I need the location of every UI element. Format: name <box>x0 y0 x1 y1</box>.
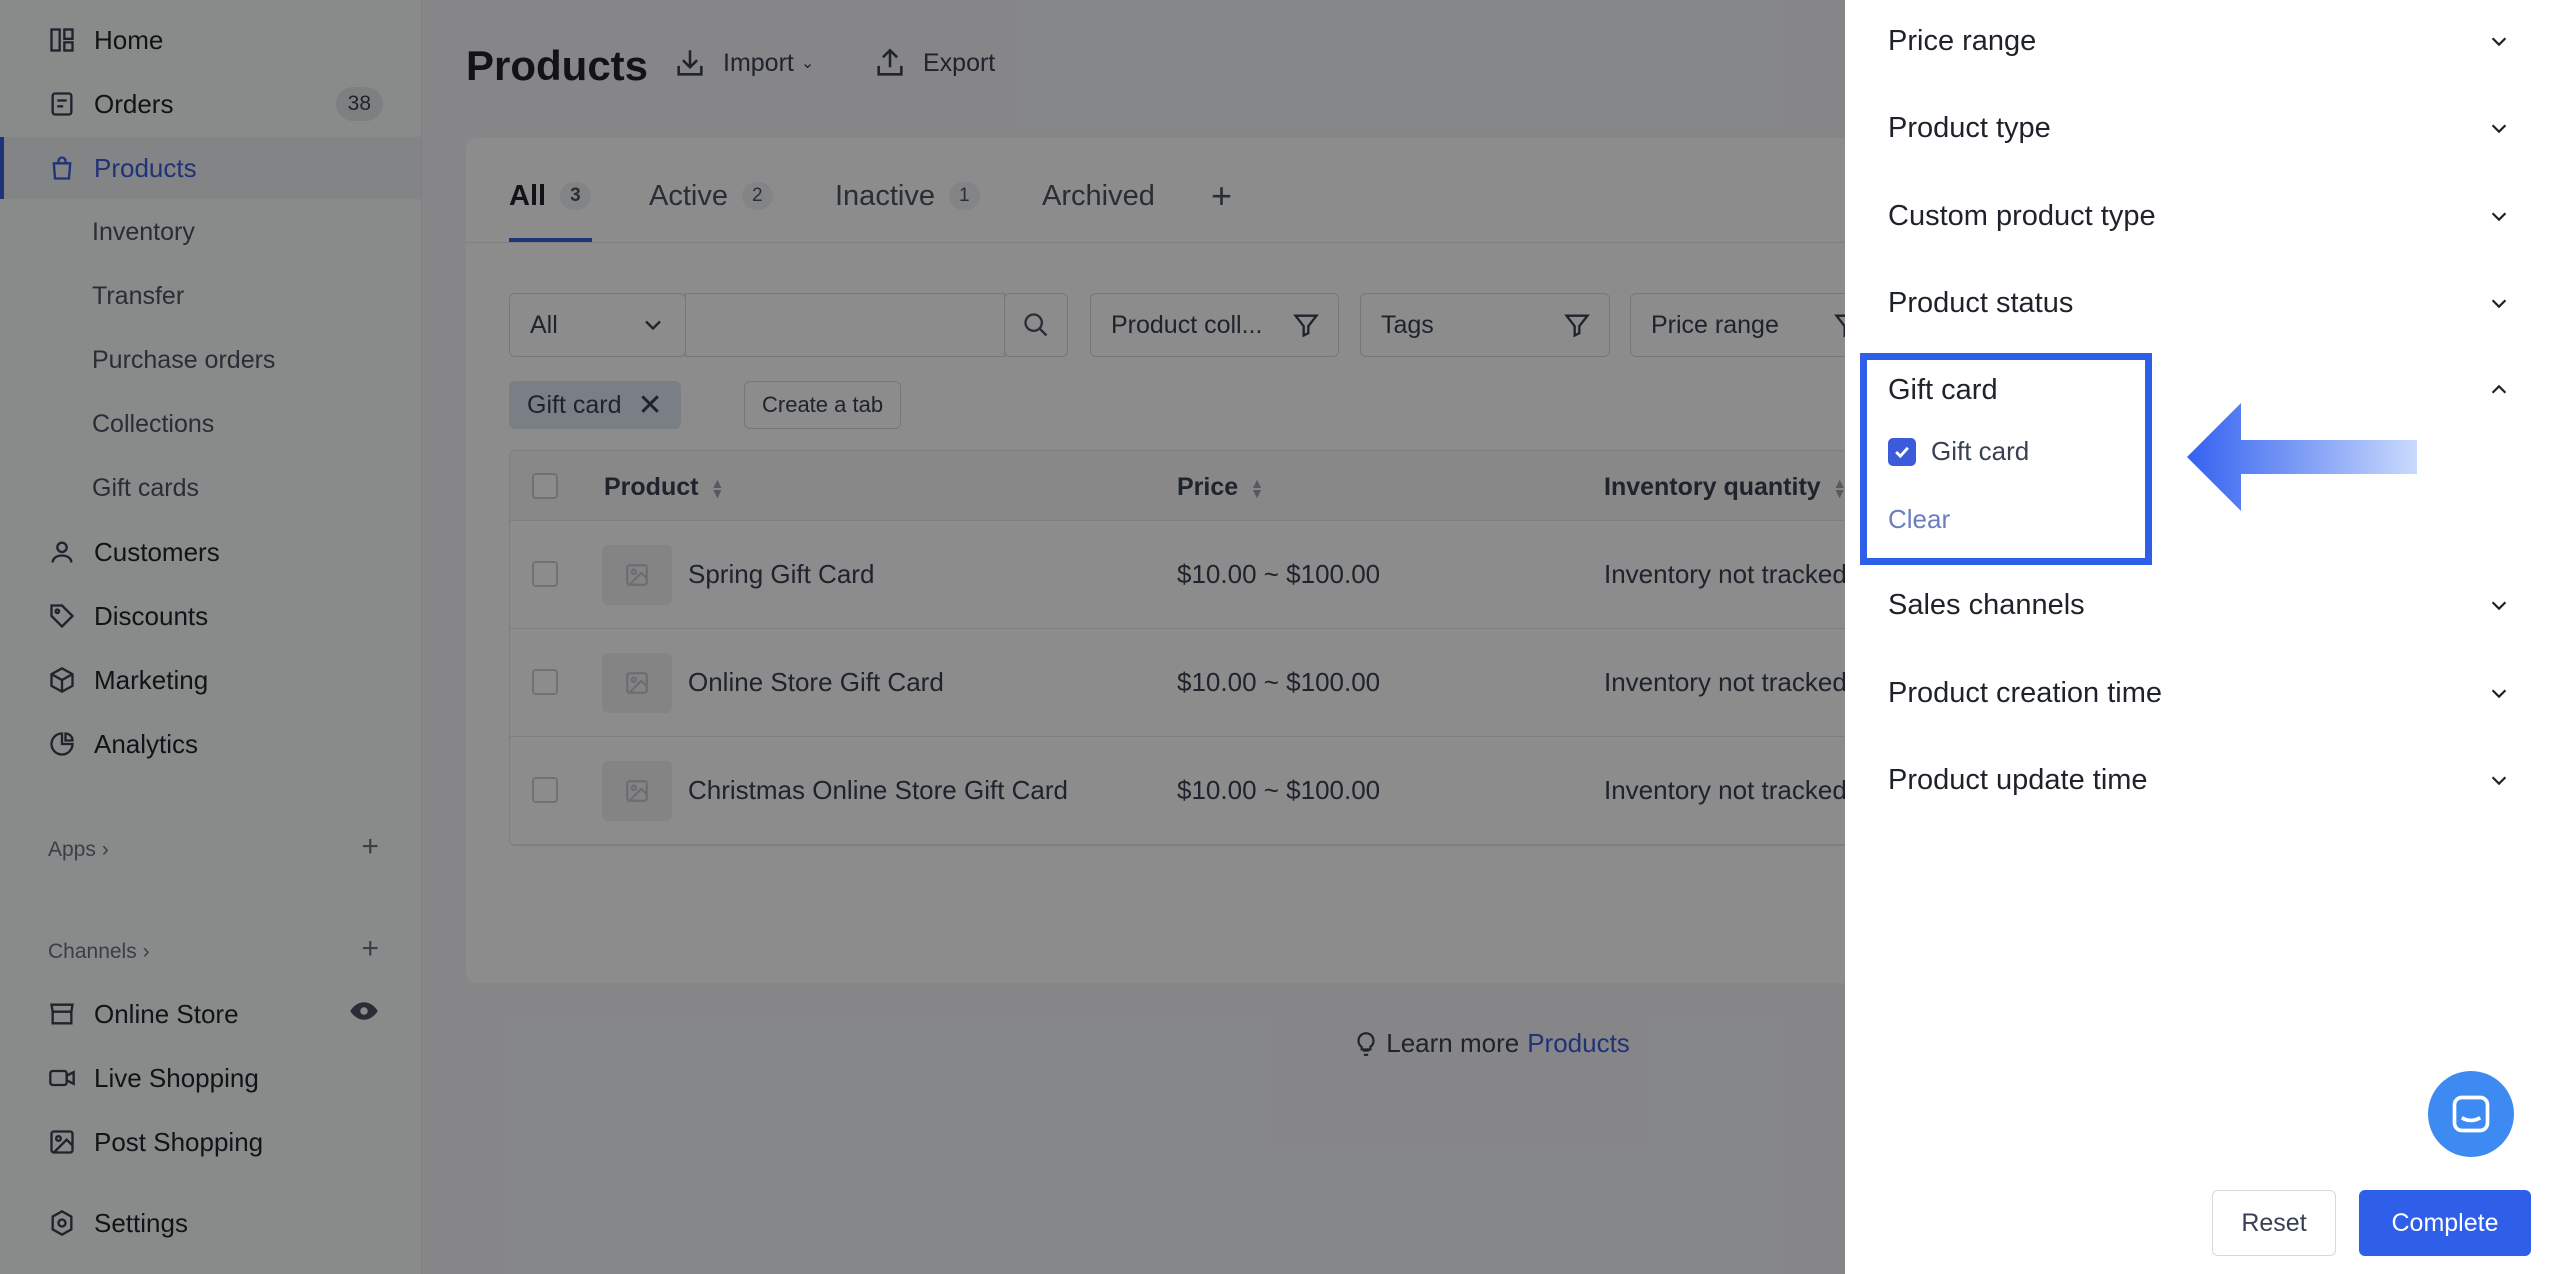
chat-icon <box>2452 1095 2490 1133</box>
chevron-down-icon <box>2491 37 2507 47</box>
filter-panel: Price range Product type Custom product … <box>1845 0 2550 1274</box>
chevron-down-icon <box>2491 776 2507 786</box>
accordion-product-status[interactable]: Product status <box>1888 278 2528 328</box>
reset-button[interactable]: Reset <box>2212 1190 2336 1256</box>
modal-overlay[interactable] <box>0 0 1845 1274</box>
accordion-sales-channels[interactable]: Sales channels <box>1888 580 2528 630</box>
chevron-down-icon <box>2491 124 2507 134</box>
chevron-up-icon <box>2491 384 2507 394</box>
accordion-product-creation-time[interactable]: Product creation time <box>1888 668 2528 718</box>
chevron-down-icon <box>2491 689 2507 699</box>
chat-support-button[interactable] <box>2428 1071 2514 1157</box>
chevron-down-icon <box>2491 212 2507 222</box>
complete-button[interactable]: Complete <box>2359 1190 2531 1256</box>
accordion-custom-product-type[interactable]: Custom product type <box>1888 191 2528 241</box>
chevron-down-icon <box>2491 299 2507 309</box>
highlight-box <box>1860 353 2152 565</box>
chevron-down-icon <box>2491 601 2507 611</box>
accordion-product-update-time[interactable]: Product update time <box>1888 755 2528 805</box>
accordion-product-type[interactable]: Product type <box>1888 103 2528 153</box>
pointer-arrow-icon <box>2187 403 2417 511</box>
accordion-price-range[interactable]: Price range <box>1888 16 2528 66</box>
